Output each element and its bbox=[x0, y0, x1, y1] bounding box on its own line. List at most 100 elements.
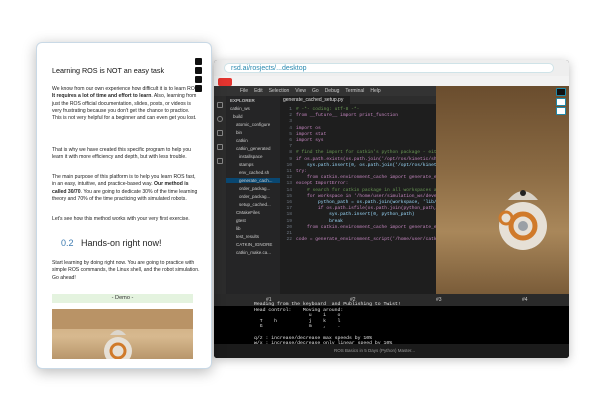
source-control-icon[interactable] bbox=[217, 130, 223, 136]
tree-item[interactable]: env_cached.sh bbox=[239, 170, 269, 175]
program-paragraph: That is why we have created this specifi… bbox=[52, 147, 192, 161]
code-line: sys.path.insert(0, python_path) bbox=[296, 212, 415, 218]
line-number: 8 bbox=[289, 150, 292, 156]
menu-file[interactable]: File bbox=[240, 86, 248, 96]
code-line: break bbox=[296, 218, 343, 224]
minimize-icon[interactable] bbox=[195, 67, 202, 74]
terminal-line: G m , . bbox=[254, 324, 341, 330]
line-number: 13 bbox=[286, 181, 292, 187]
panel-toolbar bbox=[195, 58, 203, 98]
menu-help[interactable]: Help bbox=[370, 86, 380, 96]
code-line: sys.path.insert(0, os.path.join('/opt/ro… bbox=[296, 162, 443, 168]
intro-paragraph: We know from our own experience how diff… bbox=[52, 86, 200, 122]
code-line: import stat bbox=[296, 131, 327, 137]
line-number: 15 bbox=[286, 193, 292, 199]
activity-bar bbox=[214, 96, 226, 294]
code-editor[interactable]: 1 # -*- coding: utf-8 -*- 2 from __future__… bbox=[280, 104, 445, 294]
bb8-thumbnail-icon bbox=[52, 309, 193, 359]
tree-item[interactable]: setup_cached... bbox=[239, 202, 271, 207]
editor-tab[interactable]: generate_cached_setup.py bbox=[280, 96, 350, 104]
files-icon[interactable] bbox=[217, 102, 223, 108]
tree-item-selected[interactable]: generate_cach... bbox=[226, 178, 280, 183]
tree-item[interactable]: gtest bbox=[236, 218, 246, 223]
line-number: 3 bbox=[289, 119, 292, 125]
code-line: from catkin.environment_cache import gen… bbox=[296, 175, 443, 181]
page-title: Learning ROS is NOT an easy task bbox=[52, 66, 165, 75]
code-line: if os.path.exists(os.path.join('/opt/ros… bbox=[296, 156, 445, 162]
code-line: from catkin.environment_cache import gen… bbox=[296, 224, 443, 230]
reset-icon[interactable] bbox=[556, 107, 566, 115]
tree-item[interactable]: order_packag... bbox=[239, 194, 270, 199]
line-number: 7 bbox=[289, 144, 292, 150]
tree-item[interactable]: bin bbox=[236, 130, 242, 135]
tree-item[interactable]: stamps bbox=[239, 162, 254, 167]
line-number: 17 bbox=[286, 206, 292, 212]
status-bar: ROS Basics in 5 Days (Python) Master... bbox=[214, 344, 569, 358]
tree-item[interactable]: installspace bbox=[239, 154, 263, 159]
code-line: import sys bbox=[296, 138, 324, 143]
code-line: from __future__ import print_function bbox=[296, 113, 398, 119]
tree-item[interactable]: lib bbox=[236, 226, 241, 231]
terminal-line: Head control: Moving around: bbox=[254, 307, 344, 313]
line-number: 11 bbox=[286, 169, 292, 174]
ros-logo-icon[interactable] bbox=[218, 78, 232, 86]
tree-item[interactable]: CATKIN_IGNORE bbox=[236, 242, 272, 247]
tree-item[interactable]: build bbox=[233, 114, 243, 119]
tree-item[interactable]: atomic_configure bbox=[236, 122, 270, 127]
camera-icon[interactable] bbox=[556, 98, 566, 106]
tree-item[interactable]: test_results bbox=[236, 234, 259, 239]
search-icon[interactable] bbox=[217, 116, 223, 122]
tree-item[interactable]: catkin bbox=[236, 138, 248, 143]
bb8-robot bbox=[498, 190, 547, 250]
terminal-line: u i o bbox=[254, 313, 341, 319]
browser-toolbar: rsd.ai/rosjects/...desktop bbox=[214, 60, 569, 76]
code-line: # -*- coding: utf-8 -*- bbox=[296, 107, 360, 112]
code-line: try: bbox=[296, 169, 308, 174]
exercise-paragraph: Let's see how this method works with you… bbox=[52, 216, 190, 222]
menu-debug[interactable]: Debug bbox=[325, 86, 340, 96]
method-paragraph: The main purpose of this platform is to … bbox=[52, 174, 198, 202]
code-line: code = generate_environment_script('/hom… bbox=[296, 237, 443, 243]
expand-icon[interactable] bbox=[195, 76, 202, 83]
demo-image bbox=[52, 309, 193, 359]
line-number: 22 bbox=[286, 237, 292, 243]
fullscreen-icon[interactable] bbox=[556, 88, 566, 96]
tree-item[interactable]: catkin_generated bbox=[236, 146, 271, 151]
menu-selection[interactable]: Selection bbox=[269, 86, 290, 96]
line-number: 6 bbox=[289, 138, 292, 143]
menu-terminal[interactable]: Terminal bbox=[345, 86, 364, 96]
line-number: 19 bbox=[286, 218, 292, 224]
line-number: 5 bbox=[289, 131, 292, 137]
code-line: for workspace in '/home/user/simulation_… bbox=[296, 193, 440, 199]
line-number: 4 bbox=[289, 125, 292, 131]
line-number: 12 bbox=[286, 175, 292, 181]
line-number: 16 bbox=[286, 200, 292, 205]
section-number: 0.2 bbox=[61, 238, 74, 248]
line-number: 1 bbox=[289, 107, 292, 112]
tree-item[interactable]: order_packag... bbox=[239, 186, 270, 191]
settings-icon[interactable] bbox=[195, 85, 202, 92]
status-course: ROS Basics in 5 Days (Python) Master... bbox=[334, 348, 416, 353]
section-title: Hands-on right now! bbox=[81, 238, 162, 248]
line-number: 10 bbox=[286, 162, 292, 168]
extensions-icon[interactable] bbox=[217, 158, 223, 164]
demo-label: - Demo - bbox=[52, 294, 193, 303]
tree-item[interactable]: CMakeFiles bbox=[236, 210, 260, 215]
code-line: import os bbox=[296, 125, 321, 131]
line-number: 14 bbox=[286, 187, 292, 193]
close-icon[interactable] bbox=[195, 58, 202, 65]
code-line: if os.path.isfile(os.path.join(python_pa… bbox=[296, 206, 445, 212]
ide-menubar: File Edit Selection View Go Debug Terminal Help bbox=[214, 86, 436, 96]
debug-icon[interactable] bbox=[217, 144, 223, 150]
menu-go[interactable]: Go bbox=[312, 86, 319, 96]
tree-item[interactable]: catkin_ws bbox=[230, 106, 250, 111]
tree-item[interactable]: catkin_make.ca... bbox=[236, 250, 271, 255]
url-field[interactable]: rsd.ai/rosjects/...desktop bbox=[224, 63, 554, 73]
terminal-tab-4[interactable]: #4 bbox=[522, 297, 528, 303]
menu-edit[interactable]: Edit bbox=[254, 86, 263, 96]
line-number: 2 bbox=[289, 113, 292, 119]
explorer-title: EXPLORER bbox=[230, 98, 255, 103]
menu-view[interactable]: View bbox=[295, 86, 306, 96]
gazebo-simulation[interactable] bbox=[436, 86, 569, 294]
terminal-tab-3[interactable]: #3 bbox=[436, 297, 442, 303]
